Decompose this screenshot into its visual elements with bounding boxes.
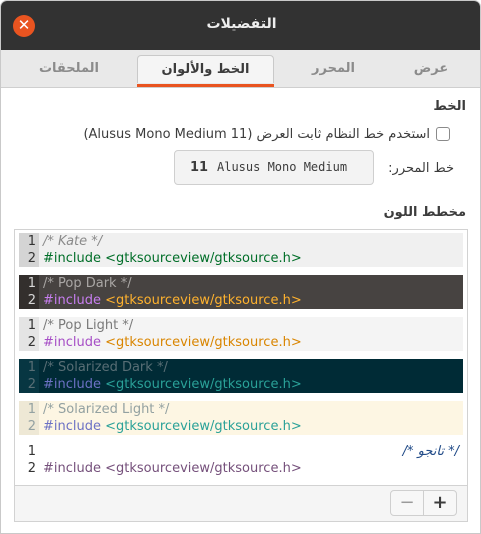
line-number: 1 [27, 276, 36, 291]
include-path: <gtksourceview/gtksource.h> [105, 335, 302, 350]
line-numbers: 1 2 [19, 359, 39, 393]
include-keyword: #include [43, 251, 101, 266]
color-scheme-heading: مخطط اللون [383, 205, 466, 220]
line-number: 1 [27, 318, 36, 333]
line-numbers: 1 2 [19, 317, 39, 351]
tab-plugins[interactable]: الملحقات [1, 55, 137, 83]
plus-icon: + [432, 492, 448, 513]
line-number: 2 [27, 461, 36, 476]
minus-icon: − [399, 492, 415, 513]
line-numbers: 1 2 [19, 401, 39, 435]
color-scheme-list: 1 2 /* Kate */ #include <gtksourceview/g… [14, 229, 468, 522]
line-numbers: 1 2 [19, 233, 39, 267]
editor-font-button[interactable]: 11 Alusus Mono Medium [174, 150, 374, 185]
scheme-pop-dark[interactable]: 1 2 /* Pop Dark */ #include <gtksourcevi… [19, 275, 463, 309]
include-keyword: #include [43, 293, 101, 308]
line-number: 1 [27, 402, 36, 417]
tab-editor[interactable]: المحرر [266, 55, 401, 83]
include-keyword: #include [43, 419, 101, 434]
include-keyword: #include [43, 377, 101, 392]
editor-font-label: خط المحرر: [388, 161, 454, 176]
tab-font-colors[interactable]: الخط والألوان [137, 55, 274, 87]
font-name-value: Alusus Mono Medium [217, 160, 348, 174]
line-number: 2 [27, 293, 36, 308]
include-keyword: #include [43, 461, 101, 476]
comment-text: /* Pop Light */ [43, 318, 134, 333]
include-path: <gtksourceview/gtksource.h> [105, 419, 302, 434]
line-number: 1 [27, 234, 36, 249]
use-system-font-checkbox[interactable] [436, 127, 450, 141]
code-preview: /* Solarized Light */ #include <gtksourc… [43, 401, 463, 435]
line-numbers: 1 2 [19, 275, 39, 309]
scheme-solarized-dark[interactable]: 1 2 /* Solarized Dark */ #include <gtkso… [19, 359, 463, 393]
line-number: 2 [27, 251, 36, 266]
include-path: <gtksourceview/gtksource.h> [105, 251, 302, 266]
code-preview: /* Pop Light */ #include <gtksourceview/… [43, 317, 463, 351]
use-system-font-label: استخدم خط النظام ثابت العرض (Alusus Mono… [83, 126, 430, 142]
scheme-tango[interactable]: 1 2 /* تانجو */ #include <gtksourceview/… [19, 443, 463, 477]
comment-text: /* تانجو */ [402, 444, 459, 459]
include-keyword: #include [43, 335, 101, 350]
line-number: 1 [27, 360, 36, 375]
line-number: 1 [27, 444, 36, 459]
title-bar: ✕ التفضيلات [1, 1, 480, 50]
line-number: 2 [27, 377, 36, 392]
window-title: التفضيلات [206, 16, 277, 32]
scheme-pop-light[interactable]: 1 2 /* Pop Light */ #include <gtksourcev… [19, 317, 463, 351]
comment-text: /* Kate */ [43, 234, 103, 249]
include-path: <gtksourceview/gtksource.h> [105, 377, 302, 392]
comment-text: /* Solarized Dark */ [43, 360, 168, 375]
code-preview: /* Solarized Dark */ #include <gtksource… [43, 359, 463, 393]
line-number: 2 [27, 335, 36, 350]
remove-scheme-button[interactable]: − [390, 490, 424, 516]
font-heading: الخط [433, 99, 466, 114]
comment-text: /* Pop Dark */ [43, 276, 132, 291]
include-path: <gtksourceview/gtksource.h> [105, 293, 302, 308]
code-preview: /* Pop Dark */ #include <gtksourceview/g… [43, 275, 463, 309]
scheme-list-toolbar: − + [15, 485, 467, 521]
code-preview: /* تانجو */ #include <gtksourceview/gtks… [43, 443, 463, 477]
line-numbers: 1 2 [19, 443, 39, 477]
code-preview: /* Kate */ #include <gtksourceview/gtkso… [43, 233, 463, 267]
comment-text: /* Solarized Light */ [43, 402, 170, 417]
scheme-solarized-light[interactable]: 1 2 /* Solarized Light */ #include <gtks… [19, 401, 463, 435]
scheme-kate[interactable]: 1 2 /* Kate */ #include <gtksourceview/g… [19, 233, 463, 267]
font-size-value: 11 [190, 160, 209, 175]
preferences-window: ✕ التفضيلات عرض المحرر الخط والألوان الم… [0, 0, 481, 534]
line-number: 2 [27, 419, 36, 434]
include-path: <gtksourceview/gtksource.h> [105, 461, 302, 476]
tab-bar: عرض المحرر الخط والألوان الملحقات [1, 50, 480, 88]
add-scheme-button[interactable]: + [423, 490, 457, 516]
use-system-font-row[interactable]: استخدم خط النظام ثابت العرض (Alusus Mono… [83, 125, 450, 143]
